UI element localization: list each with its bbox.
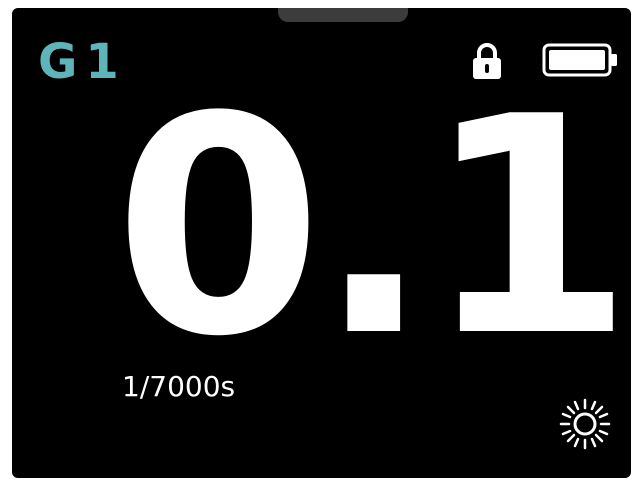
shutter-speed: 1/7000s bbox=[122, 370, 236, 403]
sun-icon[interactable] bbox=[559, 398, 611, 450]
top-tab bbox=[278, 8, 408, 22]
measurement-value: 0.1 bbox=[114, 53, 631, 402]
device-screen: G1 0.1 1/7000s bbox=[12, 8, 631, 478]
